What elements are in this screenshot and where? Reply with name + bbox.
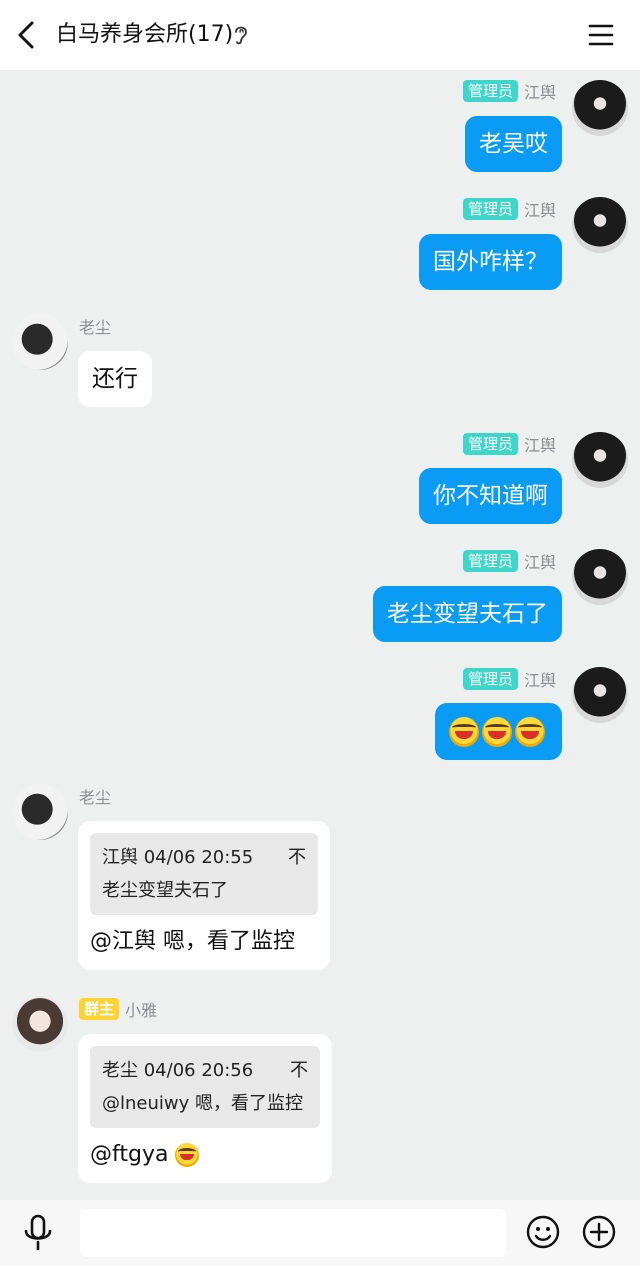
sender-name: 江舆 — [523, 553, 556, 572]
quoted-message[interactable]: 江舆 04/06 20:55 老尘变望夫石了 不 — [90, 833, 318, 915]
message-bubble[interactable]: 你不知道啊 — [419, 468, 562, 524]
sender-meta: 管理员 江舆 — [462, 667, 556, 691]
admin-badge: 管理员 — [462, 550, 518, 572]
quote-header: 江舆 04/06 20:55 — [102, 847, 254, 868]
admin-badge: 管理员 — [462, 668, 518, 690]
sender-meta: 群主 小雅 — [79, 997, 157, 1021]
avatar[interactable] — [12, 314, 68, 370]
sender-name: 江舆 — [523, 201, 556, 220]
message-list[interactable]: 管理员 江舆 老吴哎 管理员 江舆 国外咋样？ 老尘 还行 管理员 江舆 你不知… — [0, 70, 640, 1200]
avatar[interactable] — [572, 432, 628, 488]
avatar[interactable] — [12, 784, 68, 840]
reply-line: @ftgya — [90, 1140, 320, 1170]
message-bubble[interactable]: 老尘变望夫石了 — [373, 586, 562, 642]
message-input[interactable] — [80, 1209, 506, 1257]
admin-badge: 管理员 — [462, 80, 518, 102]
sender-name: 老尘 — [79, 788, 112, 807]
emoji-message-bubble[interactable] — [435, 703, 562, 760]
sender-name: 老尘 — [79, 318, 112, 337]
message-bubble[interactable]: 还行 — [78, 351, 152, 407]
laughing-emoji-icon — [449, 716, 479, 747]
avatar[interactable] — [572, 667, 628, 723]
sender-meta: 管理员 江舆 — [462, 432, 556, 456]
sender-meta: 老尘 — [79, 784, 111, 808]
hamburger-menu-icon[interactable] — [587, 22, 615, 48]
top-bar: 白马养身会所(17) — [0, 0, 640, 70]
sender-meta: 管理员 江舆 — [462, 197, 556, 221]
plus-circle-icon[interactable] — [582, 1215, 616, 1249]
microphone-icon[interactable] — [22, 1214, 54, 1252]
reply-message-bubble[interactable]: 老尘 04/06 20:56 @lneuiwy 嗯，看了监控 不 @ftgya — [78, 1034, 332, 1183]
quoted-message[interactable]: 老尘 04/06 20:56 @lneuiwy 嗯，看了监控 不 — [90, 1046, 320, 1128]
quote-header: 老尘 04/06 20:56 — [102, 1060, 254, 1081]
owner-badge: 群主 — [79, 998, 120, 1020]
smiley-icon[interactable] — [526, 1215, 560, 1249]
laughing-emoji-icon — [482, 716, 512, 747]
laughing-emoji-icon — [175, 1143, 200, 1167]
quote-text: @lneuiwy 嗯，看了监控 — [102, 1093, 303, 1114]
message-bubble[interactable]: 国外咋样？ — [419, 234, 562, 290]
reply-text: @ftgya — [90, 1142, 169, 1167]
reply-message-bubble[interactable]: 江舆 04/06 20:55 老尘变望夫石了 不 @江舆 嗯，看了监控 — [78, 821, 330, 970]
quote-pin-mark: 不 — [288, 847, 306, 868]
avatar[interactable] — [572, 197, 628, 253]
sender-name: 小雅 — [125, 1001, 158, 1020]
quote-pin-mark: 不 — [290, 1060, 308, 1081]
ear-icon[interactable] — [232, 24, 250, 46]
input-bar — [0, 1200, 640, 1266]
sender-name: 江舆 — [523, 436, 556, 455]
sender-meta: 老尘 — [79, 314, 111, 338]
back-arrow-icon[interactable] — [14, 20, 40, 50]
avatar[interactable] — [572, 80, 628, 136]
admin-badge: 管理员 — [462, 433, 518, 455]
avatar[interactable] — [572, 549, 628, 605]
reply-text: @江舆 嗯，看了监控 — [90, 929, 295, 954]
admin-badge: 管理员 — [462, 198, 518, 220]
sender-name: 江舆 — [523, 671, 556, 690]
quote-text: 老尘变望夫石了 — [102, 880, 228, 901]
avatar[interactable] — [12, 996, 68, 1052]
sender-meta: 管理员 江舆 — [462, 79, 556, 103]
sender-meta: 管理员 江舆 — [462, 549, 556, 573]
laughing-emoji-icon — [515, 716, 545, 747]
chat-title[interactable]: 白马养身会所(17) — [56, 20, 233, 50]
message-bubble[interactable]: 老吴哎 — [465, 116, 562, 172]
sender-name: 江舆 — [523, 83, 556, 102]
